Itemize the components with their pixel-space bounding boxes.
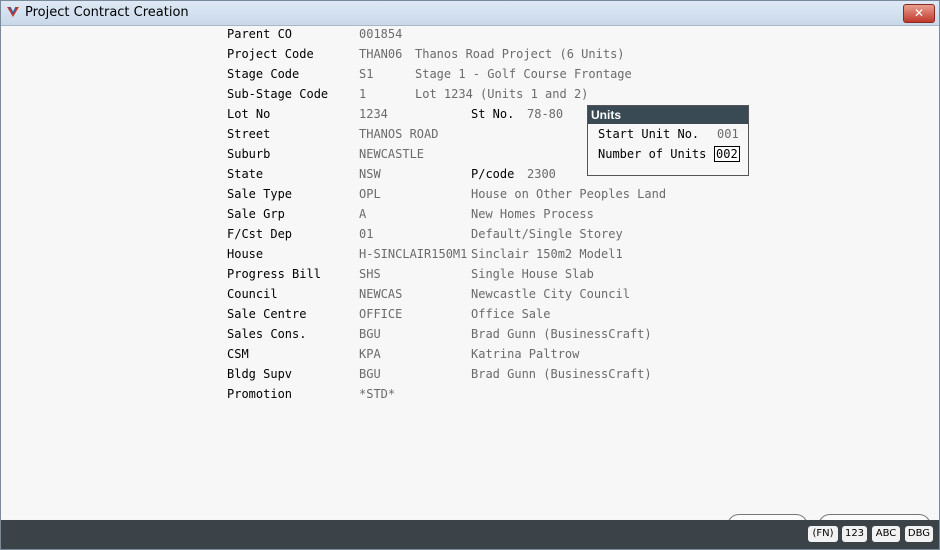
field-description: Lot 1234 (Units 1 and 2) [415, 87, 589, 101]
start-unit-label: Start Unit No. [598, 127, 700, 141]
field-label: CSM [227, 347, 249, 361]
field-label: Sale Grp [227, 207, 285, 221]
field-value[interactable]: S1 [359, 67, 373, 81]
field-description: Newcastle City Council [471, 287, 630, 301]
field-value[interactable]: H-SINCLAIR150M1 [359, 247, 467, 261]
title-bar: Project Contract Creation ✕ [1, 1, 939, 26]
field-label: Council [227, 287, 278, 301]
app-logo-icon [7, 6, 19, 17]
field-label: Project Code [227, 47, 314, 61]
field-label: State [227, 167, 264, 181]
field-value[interactable]: 1 [359, 87, 366, 101]
field-description: Single House Slab [471, 267, 594, 281]
units-panel: Units Start Unit No. 001 Number of Units… [587, 105, 749, 176]
field-label: F/Cst Dep [227, 227, 293, 241]
field-value[interactable]: NEWCASTLE [359, 147, 424, 161]
field-label: Sub-Stage Code [227, 87, 329, 101]
field-value[interactable]: BGU [359, 327, 381, 341]
number-of-units-input[interactable]: 002 [714, 146, 740, 162]
field-value[interactable]: THANOS ROAD [359, 127, 438, 141]
field-value[interactable]: NEWCAS [359, 287, 402, 301]
field-value[interactable]: OFFICE [359, 307, 402, 321]
number-of-units-label: Number of Units [598, 147, 707, 161]
start-unit-value[interactable]: 001 [717, 127, 739, 141]
field-value[interactable]: 01 [359, 227, 373, 241]
status-bar: (FN) 123 ABC DBG [1, 520, 939, 549]
field-description: Stage 1 - Golf Course Frontage [415, 67, 632, 81]
field-value[interactable]: *STD* [359, 387, 395, 401]
field-value[interactable]: NSW [359, 167, 381, 181]
field-value[interactable]: THAN06 [359, 47, 402, 61]
field-description: Sinclair 150m2 Model1 [471, 247, 623, 261]
field-description: Office Sale [471, 307, 551, 321]
field-label: Sales Cons. [227, 327, 307, 341]
field-label: Stage Code [227, 67, 300, 81]
fn-indicator: (FN) [808, 526, 838, 542]
field-label: Sale Centre [227, 307, 307, 321]
pcode-label: P/code [471, 167, 515, 181]
close-icon[interactable]: ✕ [903, 4, 935, 23]
window-title: Project Contract Creation [25, 5, 189, 20]
caps-indicator: ABC [872, 526, 900, 542]
field-label: House [227, 247, 264, 261]
field-description: Brad Gunn (BusinessCraft) [471, 327, 652, 341]
field-label: Sale Type [227, 187, 293, 201]
field-value[interactable]: 001854 [359, 27, 402, 41]
field-value[interactable]: OPL [359, 187, 381, 201]
units-panel-title: Units [588, 106, 748, 124]
field-value[interactable]: KPA [359, 347, 381, 361]
field-label: Parent CO [227, 27, 293, 41]
field-description: Default/Single Storey [471, 227, 623, 241]
main-window: Project Contract Creation ✕ Parent CO 001… [0, 0, 940, 550]
field-description: New Homes Process [471, 207, 594, 221]
form-area: Parent CO 001854 Project Code THAN06 Thanos … [1, 26, 939, 538]
pcode-value[interactable]: 2300 [527, 167, 556, 181]
field-description: Thanos Road Project (6 Units) [415, 47, 625, 61]
field-value[interactable]: SHS [359, 267, 381, 281]
field-value[interactable]: 1234 [359, 107, 388, 121]
field-label: Bldg Supv [227, 367, 293, 381]
field-label: Street [227, 127, 271, 141]
field-label: Lot No [227, 107, 271, 121]
field-description: Brad Gunn (BusinessCraft) [471, 367, 652, 381]
num-indicator: 123 [842, 526, 867, 542]
st-no-label: St No. [471, 107, 515, 121]
st-no-value[interactable]: 78-80 [527, 107, 563, 121]
field-label: Progress Bill [227, 267, 321, 281]
field-value[interactable]: BGU [359, 367, 381, 381]
field-label: Suburb [227, 147, 271, 161]
debug-indicator: DBG [905, 526, 933, 542]
field-value[interactable]: A [359, 207, 366, 221]
field-label: Promotion [227, 387, 293, 401]
field-description: Katrina Paltrow [471, 347, 580, 361]
field-description: House on Other Peoples Land [471, 187, 667, 201]
